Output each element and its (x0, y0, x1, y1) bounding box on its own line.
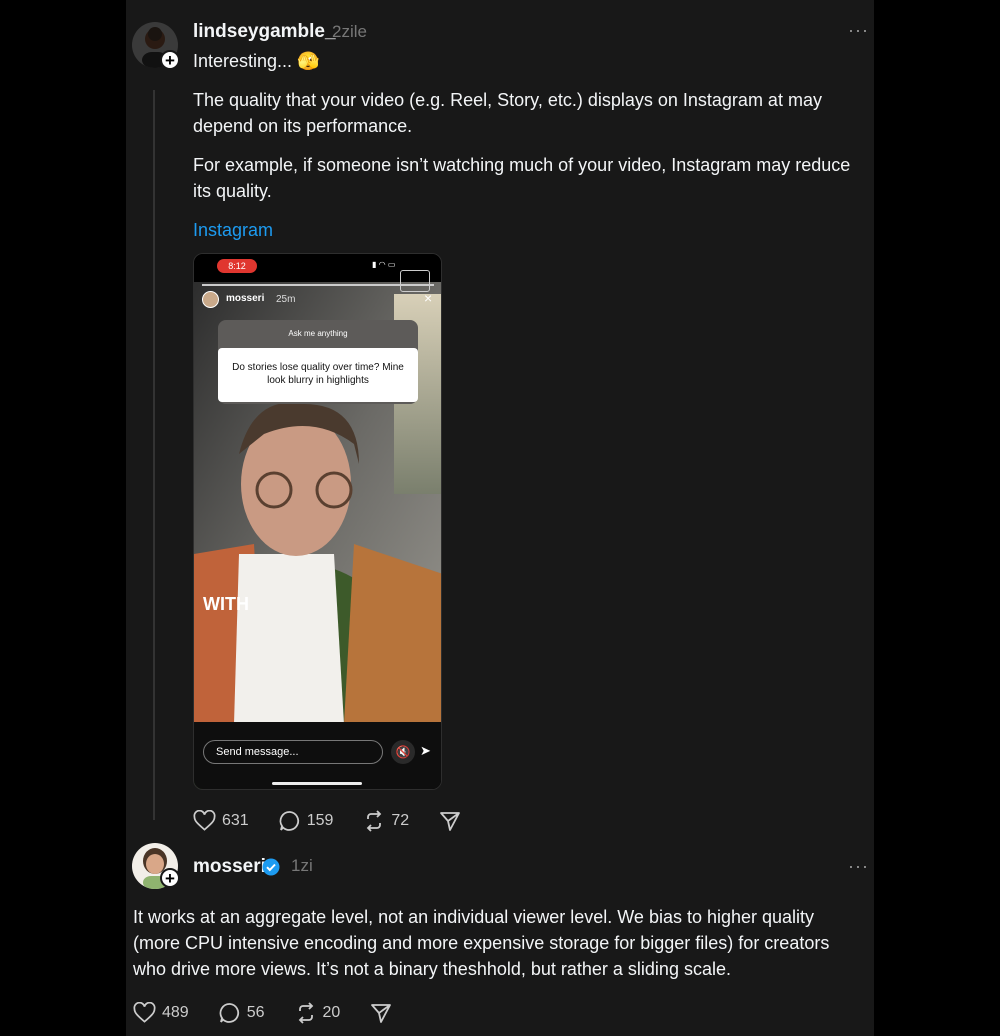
send-message-input: Send message... (203, 740, 383, 764)
story-avatar (202, 291, 219, 308)
post-link[interactable]: Instagram (193, 220, 273, 241)
repost-count: 20 (322, 1004, 341, 1021)
like-button[interactable]: 489 (133, 1002, 189, 1024)
like-count: 631 (222, 812, 249, 829)
comment-count: 56 (246, 1004, 265, 1021)
post-actions: 489 56 20 (133, 1002, 422, 1024)
comment-button[interactable]: 159 (279, 810, 334, 832)
thread-connector-line (153, 90, 155, 820)
share-icon (371, 1004, 392, 1023)
username[interactable]: mosseri (193, 856, 266, 878)
ask-sticker-question: Do stories lose quality over time? Mine … (218, 348, 418, 402)
story-username: mosseri (226, 293, 265, 304)
timestamp[interactable]: 2zile (332, 22, 367, 42)
story-caption: WITH (203, 594, 249, 614)
more-options-icon[interactable]: ··· (848, 856, 869, 877)
thread-post: + lindseygamble_ 2zile ··· Interesting..… (126, 0, 874, 845)
post-paragraph: The quality that your video (e.g. Reel, … (193, 90, 822, 136)
mute-icon: 🔇 (391, 740, 415, 764)
username[interactable]: lindseygamble_ (193, 21, 336, 43)
comment-count: 159 (306, 812, 334, 829)
screenshot-icon (400, 270, 430, 292)
repost-count: 72 (391, 812, 410, 829)
follow-plus-icon[interactable]: + (160, 868, 180, 888)
recording-time-pill: 8:12 (217, 259, 257, 273)
post-paragraph: For example, if someone isn’t watching m… (193, 155, 851, 201)
repost-button[interactable]: 72 (363, 810, 409, 832)
story-age: 25m (276, 294, 296, 305)
story-progress-bar (202, 284, 434, 286)
like-count: 489 (162, 1004, 189, 1021)
timestamp[interactable]: 1zi (291, 856, 313, 876)
reply-post: + mosseri 1zi ··· It works at an aggrega… (126, 840, 874, 1036)
ask-sticker-label: Ask me anything (288, 329, 348, 338)
share-button[interactable] (439, 810, 461, 832)
post-headline: Interesting... 🫣 (193, 51, 320, 71)
follow-plus-icon[interactable]: + (160, 50, 180, 70)
share-button[interactable] (370, 1002, 392, 1024)
heart-icon (133, 1002, 156, 1023)
close-icon: × (424, 290, 433, 306)
repost-icon (298, 1002, 313, 1024)
like-button[interactable]: 631 (193, 810, 249, 832)
verified-badge-icon (262, 858, 280, 876)
post-media-image[interactable]: 8:12 ▮ ◠ ▭ mosseri 25m × Ask me anything… (193, 253, 442, 790)
status-icons: ▮ ◠ ▭ (372, 260, 396, 269)
send-icon: ➤ (420, 743, 431, 758)
more-options-icon[interactable]: ··· (848, 20, 869, 41)
post-actions: 631 159 72 (193, 810, 491, 832)
feed-panel: + lindseygamble_ 2zile ··· Interesting..… (126, 0, 874, 1036)
share-icon (440, 812, 461, 831)
comment-icon (219, 1003, 239, 1023)
repost-button[interactable]: 20 (295, 1002, 341, 1024)
post-text: It works at an aggregate level, not an i… (133, 907, 830, 979)
comment-button[interactable]: 56 (219, 1002, 265, 1024)
heart-icon (193, 810, 216, 831)
repost-icon (367, 810, 382, 832)
comment-icon (279, 811, 299, 831)
home-indicator (272, 782, 362, 785)
